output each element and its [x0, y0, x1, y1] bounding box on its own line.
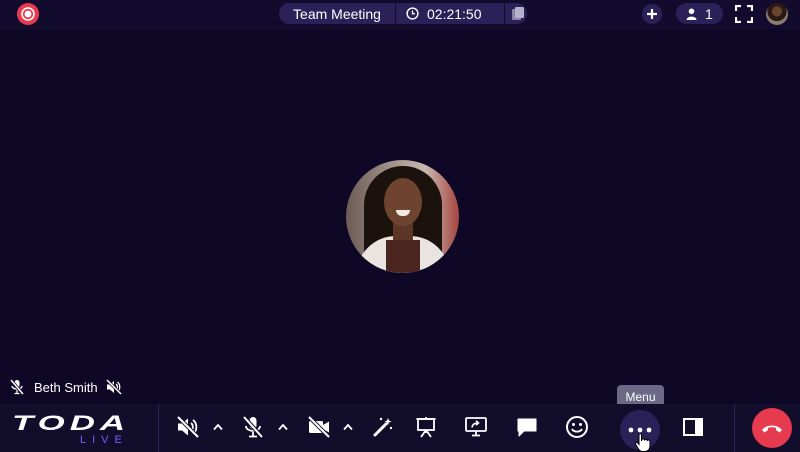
mic-muted-icon [10, 379, 24, 395]
speaker-options-button[interactable] [212, 421, 224, 433]
toolbar-divider [734, 404, 735, 452]
logo-subtext: LIVE [80, 434, 128, 446]
timer-text: 02:21:50 [427, 5, 482, 22]
mic-muted-icon [242, 415, 264, 439]
chat-button[interactable] [514, 414, 540, 440]
speaker-muted-icon [176, 415, 200, 439]
participant-count: 1 [705, 5, 713, 22]
plus-icon [647, 9, 657, 19]
participant-name: Beth Smith [34, 379, 98, 395]
sidebar-layout-icon [683, 418, 703, 436]
hand-cursor-icon [634, 433, 651, 452]
microphone-options-button[interactable] [277, 421, 289, 433]
camera-toggle-button[interactable] [306, 414, 332, 440]
phone-hangup-icon [762, 425, 782, 433]
logo-text: TODA [12, 412, 130, 435]
fullscreen-icon [734, 4, 754, 24]
effects-button[interactable] [370, 414, 396, 440]
camera-off-icon [307, 415, 331, 439]
participant-label: Beth Smith [10, 377, 122, 397]
magic-wand-icon [373, 417, 393, 437]
meeting-info-pill: Team Meeting 02:21:50 [279, 3, 527, 24]
record-button[interactable] [17, 3, 39, 25]
avatar-top [386, 240, 420, 273]
layout-toggle-button[interactable] [680, 414, 706, 440]
participants-button[interactable]: 1 [676, 3, 723, 24]
clock-icon [406, 7, 419, 20]
chevron-up-icon [343, 423, 353, 431]
toolbar-divider [158, 404, 159, 452]
share-screen-icon [465, 417, 487, 437]
participant-avatar [346, 160, 459, 273]
speaker-toggle-button[interactable] [175, 414, 201, 440]
avatar-face [384, 178, 422, 226]
copy-icon [512, 7, 524, 20]
add-participant-button[interactable] [642, 4, 662, 24]
record-icon [21, 7, 35, 21]
whiteboard-button[interactable] [413, 414, 439, 440]
presentation-board-icon [416, 417, 436, 438]
smiley-icon [566, 416, 588, 438]
meeting-title: Team Meeting [293, 5, 381, 22]
reactions-button[interactable] [564, 414, 590, 440]
fullscreen-button[interactable] [734, 4, 754, 24]
chat-icon [517, 418, 537, 437]
meeting-timer: 02:21:50 [396, 6, 504, 22]
camera-options-button[interactable] [342, 421, 354, 433]
user-avatar[interactable] [766, 3, 788, 25]
share-screen-button[interactable] [463, 414, 489, 440]
copy-link-button[interactable] [505, 6, 525, 21]
chevron-up-icon [278, 423, 288, 431]
speaker-muted-icon [105, 379, 122, 395]
microphone-toggle-button[interactable] [240, 414, 266, 440]
chevron-up-icon [213, 423, 223, 431]
person-icon [686, 8, 697, 20]
toda-live-logo: TODA LIVE [12, 412, 130, 446]
leave-call-button[interactable] [752, 408, 792, 448]
